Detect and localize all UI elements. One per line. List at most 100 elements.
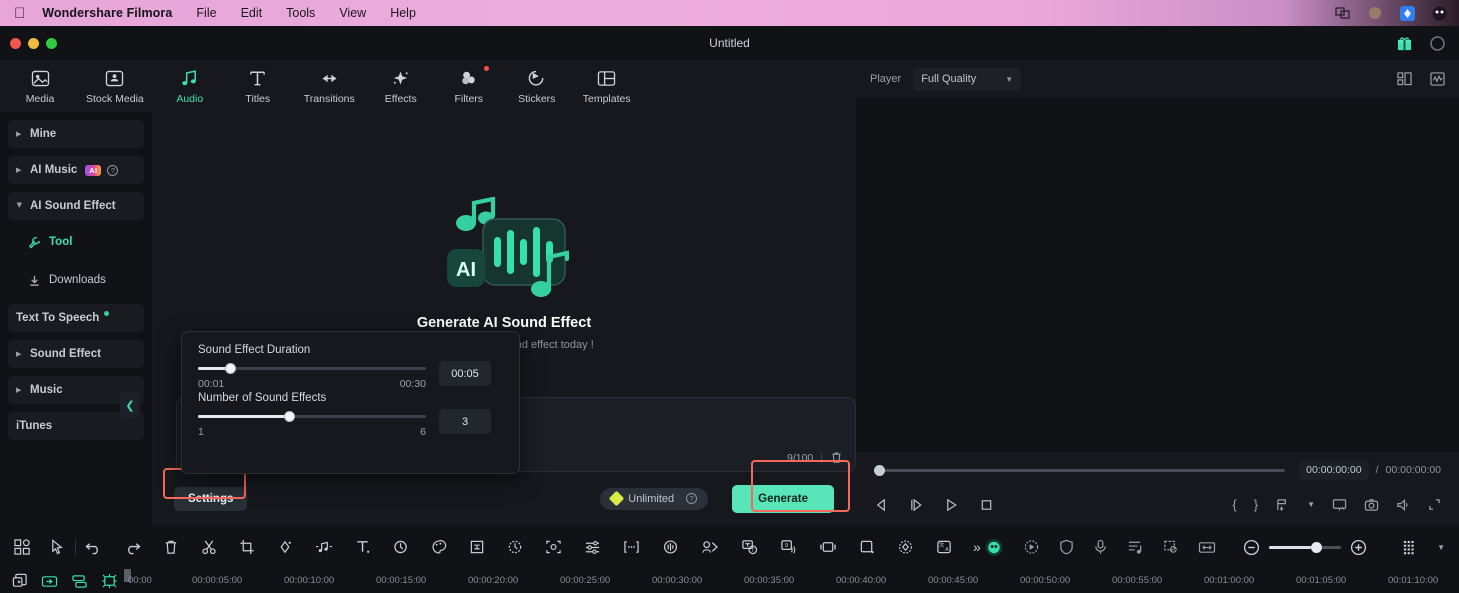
next-frame-icon[interactable] <box>909 498 924 512</box>
text-based-edit-icon[interactable]: T <box>741 539 758 555</box>
generate-button[interactable]: Generate <box>732 484 834 513</box>
duration-slider[interactable]: 00:01 00:30 <box>198 363 426 390</box>
sticker-icon[interactable] <box>897 539 914 555</box>
slider-track[interactable] <box>198 363 426 374</box>
sidebar-item-tool[interactable]: Tool <box>8 228 144 256</box>
account-circle-icon[interactable] <box>1430 35 1445 51</box>
mark-in-icon[interactable]: { <box>1232 497 1236 512</box>
sidebar-item-downloads[interactable]: Downloads <box>8 266 144 294</box>
stop-icon[interactable] <box>979 498 994 512</box>
help-circle-icon[interactable]: ? <box>686 493 698 504</box>
align-icon[interactable] <box>71 574 88 589</box>
caret-down-icon[interactable]: ▼ <box>1307 500 1315 509</box>
sidebar-item-mine[interactable]: ▶ Mine <box>8 120 144 148</box>
translate-icon[interactable]: 文A <box>936 539 953 555</box>
apps-grid-icon[interactable] <box>14 539 31 555</box>
sidebar-item-ai-sound-effect[interactable]: ▶ AI Sound Effect <box>8 192 144 220</box>
sidebar-collapse-button[interactable]: ❮ <box>120 392 140 418</box>
link-icon[interactable] <box>41 574 58 589</box>
gift-icon[interactable] <box>1397 36 1412 51</box>
menu-file[interactable]: File <box>196 6 216 20</box>
tab-audio[interactable]: Audio <box>168 68 212 105</box>
track-manager-icon[interactable] <box>1402 540 1418 555</box>
menu-view[interactable]: View <box>339 6 366 20</box>
menu-tools[interactable]: Tools <box>286 6 315 20</box>
mask-icon[interactable] <box>859 539 875 555</box>
ai-assistant-icon[interactable] <box>984 538 1004 557</box>
menu-edit[interactable]: Edit <box>241 6 263 20</box>
undo-icon[interactable] <box>85 539 102 555</box>
play-icon[interactable] <box>944 498 959 512</box>
ruler-scale[interactable]: 00:00 00:00:05:00 00:00:10:00 00:00:15:0… <box>124 569 1459 593</box>
text-icon[interactable] <box>355 539 371 555</box>
count-value[interactable]: 3 <box>439 409 491 434</box>
filmora-app-icon[interactable] <box>1399 5 1415 21</box>
tab-stickers[interactable]: Stickers <box>515 68 559 105</box>
tab-templates[interactable]: Templates <box>583 68 631 105</box>
user-avatar-icon[interactable] <box>1367 5 1383 21</box>
split-view-icon[interactable] <box>1397 72 1412 86</box>
duration-value[interactable]: 00:05 <box>439 361 491 386</box>
ai-audio-icon[interactable]: 9 <box>780 539 797 555</box>
adjust-icon[interactable] <box>584 539 601 555</box>
menu-help[interactable]: Help <box>390 6 416 20</box>
smart-cutout-icon[interactable] <box>701 539 719 555</box>
motion-tracking-icon[interactable] <box>545 539 562 555</box>
apple-icon[interactable]:  <box>14 6 25 21</box>
mic-record-icon[interactable] <box>1093 539 1108 555</box>
stabilize-icon[interactable] <box>507 539 523 555</box>
render-preview-icon[interactable] <box>1023 539 1040 555</box>
sidebar-item-sound-effect[interactable]: ▶ Sound Effect <box>8 340 144 368</box>
tab-titles[interactable]: Titles <box>236 68 280 105</box>
mark-out-icon[interactable]: } <box>1254 497 1258 512</box>
sidebar-item-text-to-speech[interactable]: Text To Speech <box>8 304 144 332</box>
seek-slider[interactable] <box>874 464 1286 476</box>
quality-select[interactable]: Full Quality ▼ <box>913 67 1022 91</box>
settings-button[interactable]: Settings <box>174 486 248 511</box>
auto-reframe-icon[interactable]: A <box>469 539 485 555</box>
zoom-out-icon[interactable] <box>1243 539 1260 556</box>
add-media-icon[interactable] <box>12 573 28 589</box>
snapshot-icon[interactable] <box>1364 498 1379 512</box>
sidebar-item-ai-music[interactable]: ▶ AI Music AI ? <box>8 156 144 184</box>
slider-thumb[interactable] <box>224 363 236 374</box>
unlimited-badge[interactable]: Unlimited ? <box>600 487 709 510</box>
prev-frame-icon[interactable] <box>874 498 889 512</box>
export-frame-icon[interactable] <box>1275 498 1290 512</box>
app-brand-name[interactable]: Wondershare Filmora <box>42 6 172 20</box>
cut-icon[interactable] <box>201 539 217 555</box>
help-circle-icon[interactable]: ? <box>107 164 119 176</box>
tab-media[interactable]: Media <box>18 68 62 105</box>
trash-icon[interactable] <box>830 451 843 464</box>
slider-track[interactable] <box>198 411 426 422</box>
tab-effects[interactable]: Effects <box>379 68 423 105</box>
display-icon[interactable] <box>1332 498 1347 512</box>
volume-icon[interactable] <box>1396 498 1411 512</box>
tab-filters[interactable]: Filters <box>447 65 491 105</box>
audio-detach-icon[interactable] <box>315 539 333 555</box>
audio-ducking-icon[interactable] <box>662 539 679 555</box>
speed-icon[interactable] <box>393 539 409 555</box>
window-switch-icon[interactable] <box>1335 5 1351 21</box>
mask-track-icon[interactable] <box>101 573 118 589</box>
menu-extra-icon[interactable] <box>1431 5 1447 21</box>
slider-thumb[interactable] <box>284 411 296 422</box>
expand-icon[interactable] <box>1428 498 1441 511</box>
markers-icon[interactable] <box>1162 539 1179 555</box>
color-icon[interactable] <box>431 539 447 555</box>
count-slider[interactable]: 1 6 <box>198 411 426 438</box>
audio-mixer-icon[interactable] <box>1127 539 1143 555</box>
keyframe-icon[interactable] <box>819 539 837 555</box>
caret-down-icon[interactable]: ▼ <box>1437 543 1445 552</box>
select-pointer-icon[interactable] <box>49 539 66 555</box>
zoom-in-icon[interactable] <box>1350 539 1367 556</box>
fit-timeline-icon[interactable] <box>1198 540 1216 555</box>
seek-thumb[interactable] <box>874 464 885 476</box>
shield-icon[interactable] <box>1059 539 1074 555</box>
more-chevron-icon[interactable]: » <box>973 539 981 555</box>
current-timecode[interactable]: 00:00:00:00 <box>1299 460 1369 480</box>
waveform-view-icon[interactable] <box>1430 72 1445 86</box>
tab-stock-media[interactable]: Stock Media <box>86 68 144 105</box>
delete-icon[interactable] <box>163 539 179 555</box>
preview-canvas[interactable] <box>856 98 1459 452</box>
